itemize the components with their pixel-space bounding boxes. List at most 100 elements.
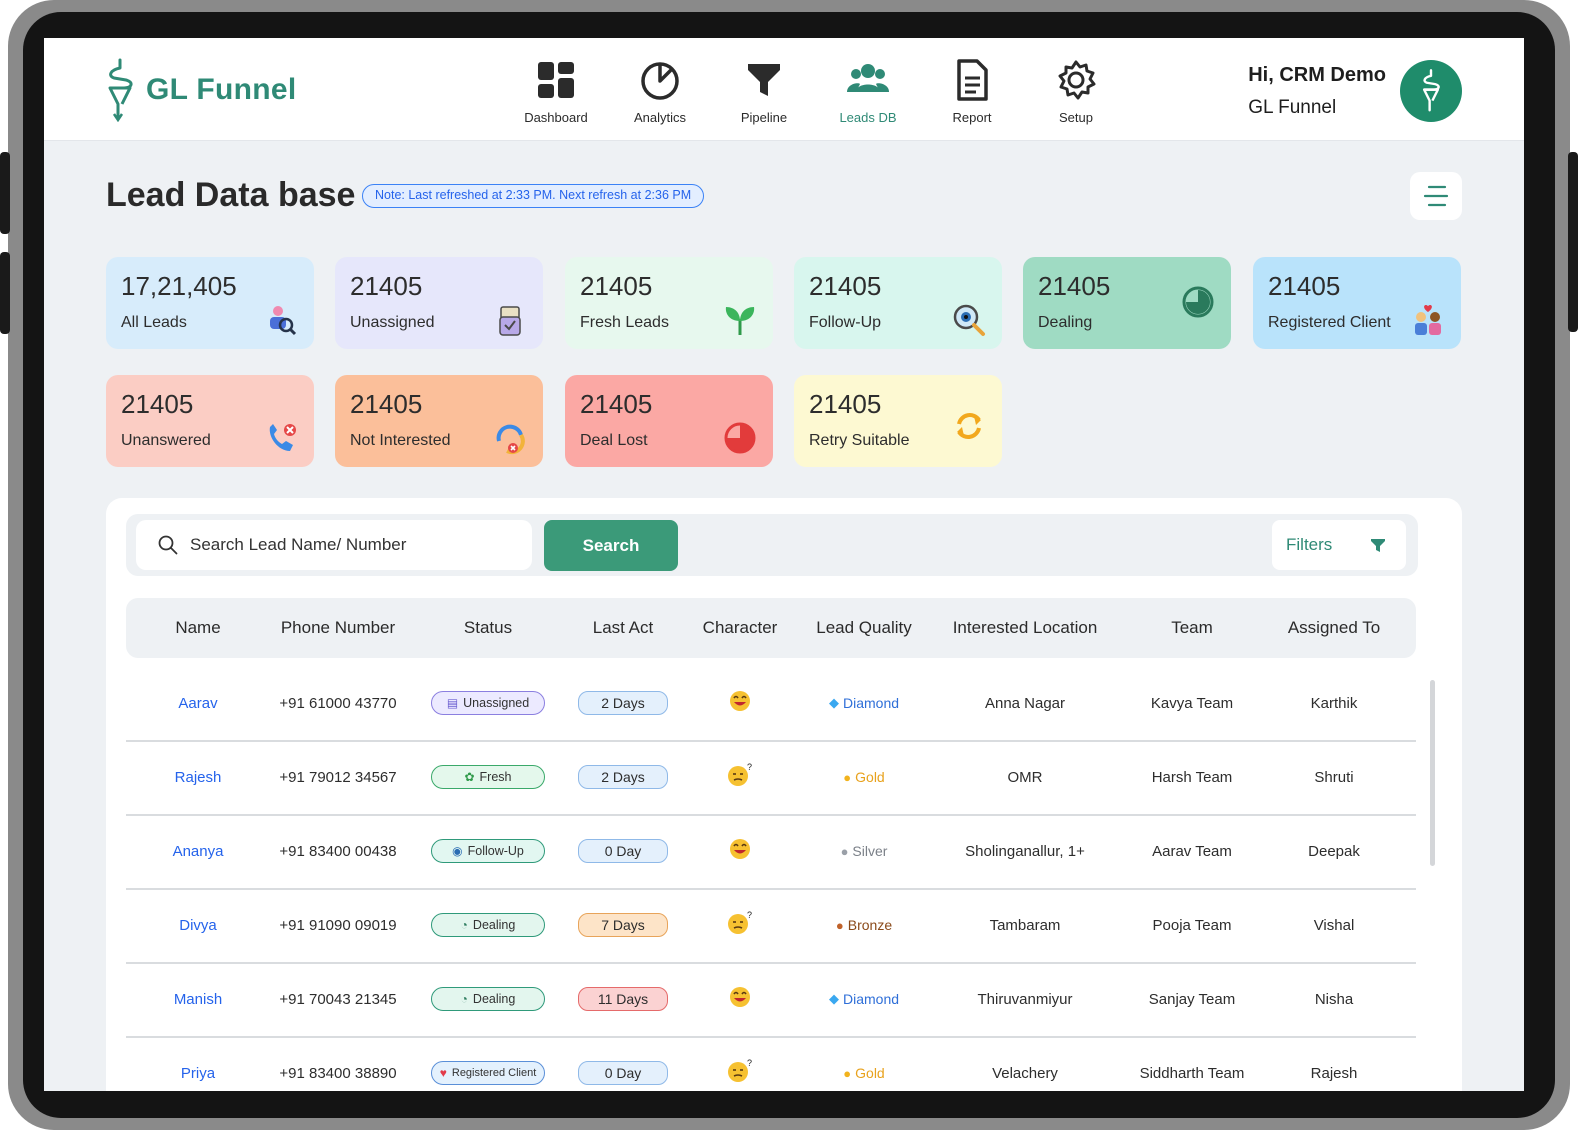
report-icon — [957, 59, 988, 101]
pipeline-icon — [748, 64, 780, 96]
stat-card-not-interested[interactable]: 21405 Not Interested — [335, 375, 543, 467]
stat-card-deal-lost[interactable]: 21405 Deal Lost — [565, 375, 773, 467]
stat-card-registered-client[interactable]: 21405 Registered Client — [1253, 257, 1461, 349]
last-act-cell: 7 Days — [578, 890, 668, 960]
table-row[interactable]: Priya +91 83400 38890 ♥ Registered Client… — [126, 1038, 1416, 1091]
search-input[interactable]: Search Lead Name/ Number — [136, 520, 532, 570]
stat-card-dealing[interactable]: 21405 Dealing — [1023, 257, 1231, 349]
stat-card-retry-suitable[interactable]: 21405 Retry Suitable — [794, 375, 1002, 467]
lead-location: Anna Nagar — [984, 694, 1066, 712]
lead-phone: +91 83400 38890 — [279, 1064, 397, 1082]
lead-team: Sanjay Team — [1148, 990, 1236, 1008]
quality-cell: ● Silver — [804, 816, 924, 886]
character-icon — [728, 837, 752, 865]
table-row[interactable]: Rajesh +91 79012 34567 ✿ Fresh 2 Days ? ●… — [126, 742, 1416, 816]
col-header[interactable]: Assigned To — [1274, 598, 1394, 658]
status-badge[interactable]: ✿ Fresh — [431, 765, 545, 789]
last-act-cell: 0 Day — [578, 816, 668, 886]
stat-value: 21405 — [1268, 271, 1341, 301]
stat-value: 21405 — [350, 389, 423, 419]
lead-name[interactable]: Rajesh — [148, 742, 248, 812]
search-button[interactable]: Search — [544, 520, 678, 571]
side-button — [1568, 152, 1578, 332]
lead-name[interactable]: Ananya — [148, 816, 248, 886]
user-profile[interactable]: Hi, CRM Demo GL Funnel — [1248, 60, 1462, 122]
status-badge[interactable]: ◔ Dealing — [431, 913, 545, 937]
nav-analytics[interactable]: Analytics — [608, 58, 712, 125]
table-body: Aarav +91 61000 43770 ▤ Unassigned 2 Days… — [126, 668, 1416, 1091]
status-label: Fresh — [479, 770, 512, 784]
nav-dashboard[interactable]: Dashboard — [504, 58, 608, 125]
lead-assigned: Deepak — [1308, 842, 1360, 860]
lead-phone: +91 61000 43770 — [279, 694, 397, 712]
quality-icon: ◆ — [828, 695, 839, 710]
nav-setup[interactable]: Setup — [1024, 58, 1128, 125]
status-icon: ◔ — [460, 992, 468, 1006]
sprout-icon — [725, 307, 755, 335]
status-badge[interactable]: ♥ Registered Client — [431, 1061, 545, 1085]
avatar[interactable] — [1400, 60, 1462, 122]
lead-name[interactable]: Priya — [148, 1038, 248, 1091]
lead-name[interactable]: Aarav — [148, 668, 248, 738]
lead-phone: +91 79012 34567 — [279, 768, 397, 786]
stat-card-all-leads[interactable]: 17,21,405 All Leads — [106, 257, 314, 349]
table-row[interactable]: Divya +91 91090 09019 ◔ Dealing 7 Days ? … — [126, 890, 1416, 964]
table-scrollbar[interactable] — [1430, 680, 1435, 866]
quality-icon: ● — [835, 917, 844, 933]
pie-icon — [1182, 286, 1214, 318]
stat-value: 21405 — [580, 389, 653, 419]
quality-label: Diamond — [842, 991, 900, 1007]
nav-label: Pipeline — [740, 110, 788, 125]
stat-card-fresh-leads[interactable]: 21405 Fresh Leads — [565, 257, 773, 349]
nav-pipeline[interactable]: Pipeline — [712, 58, 816, 125]
nav-report[interactable]: Report — [920, 58, 1024, 125]
quality-label: Bronze — [847, 917, 893, 933]
lead-name[interactable]: Divya — [148, 890, 248, 960]
page-title: Lead Data base — [106, 176, 356, 214]
stat-card-unanswered[interactable]: 21405 Unanswered — [106, 375, 314, 467]
status-icon: ◔ — [460, 918, 468, 932]
leads-icon — [847, 64, 889, 92]
table-row[interactable]: Manish +91 70043 21345 ◔ Dealing 11 Days … — [126, 964, 1416, 1038]
retry-icon — [957, 413, 981, 439]
brand[interactable]: GL Funnel — [104, 58, 296, 122]
lead-location: Tambaram — [989, 916, 1061, 934]
col-header[interactable]: Status — [428, 598, 548, 658]
col-header[interactable]: Team — [1132, 598, 1252, 658]
col-header[interactable]: Character — [690, 598, 790, 658]
last-act-cell: 2 Days — [578, 742, 668, 812]
status-badge[interactable]: ◔ Dealing — [431, 987, 545, 1011]
deal-lost-icon — [724, 422, 756, 454]
table-row[interactable]: Ananya +91 83400 00438 ◉ Follow-Up 0 Day … — [126, 816, 1416, 890]
menu-button[interactable] — [1410, 172, 1462, 220]
last-act-cell: 11 Days — [578, 964, 668, 1034]
status-badge[interactable]: ▤ Unassigned — [431, 691, 545, 715]
last-act-badge: 0 Day — [578, 839, 668, 863]
lead-team: Harsh Team — [1151, 768, 1233, 786]
lead-name[interactable]: Manish — [148, 964, 248, 1034]
funnel-logo-icon — [1422, 69, 1440, 112]
status-badge[interactable]: ◉ Follow-Up — [431, 839, 545, 863]
character-icon: ? — [726, 910, 754, 940]
character-cell — [690, 816, 790, 886]
lead-location: Thiruvanmiyur — [977, 990, 1073, 1008]
character-cell: ? — [690, 742, 790, 812]
col-header[interactable]: Last Act — [568, 598, 678, 658]
filters-button[interactable]: Filters — [1272, 520, 1406, 570]
status-label: Unassigned — [463, 696, 530, 710]
col-header[interactable]: Interested Location — [938, 598, 1112, 658]
stat-card-unassigned[interactable]: 21405 Unassigned — [335, 257, 543, 349]
col-header[interactable]: Name — [148, 598, 248, 658]
search-bar: Search Lead Name/ Number Search Filters — [126, 514, 1418, 576]
quality-icon: ● — [840, 843, 849, 859]
col-header[interactable]: Phone Number — [268, 598, 408, 658]
not-interested-icon — [496, 424, 525, 455]
col-header[interactable]: Lead Quality — [804, 598, 924, 658]
status-cell: ◔ Dealing — [428, 890, 548, 960]
lead-assigned: Shruti — [1314, 768, 1354, 786]
quality-cell: ● Gold — [804, 1038, 924, 1091]
table-row[interactable]: Aarav +91 61000 43770 ▤ Unassigned 2 Days… — [126, 668, 1416, 742]
character-icon — [728, 985, 752, 1013]
stat-card-follow-up[interactable]: 21405 Follow-Up — [794, 257, 1002, 349]
nav-leads-db[interactable]: Leads DB — [816, 58, 920, 125]
